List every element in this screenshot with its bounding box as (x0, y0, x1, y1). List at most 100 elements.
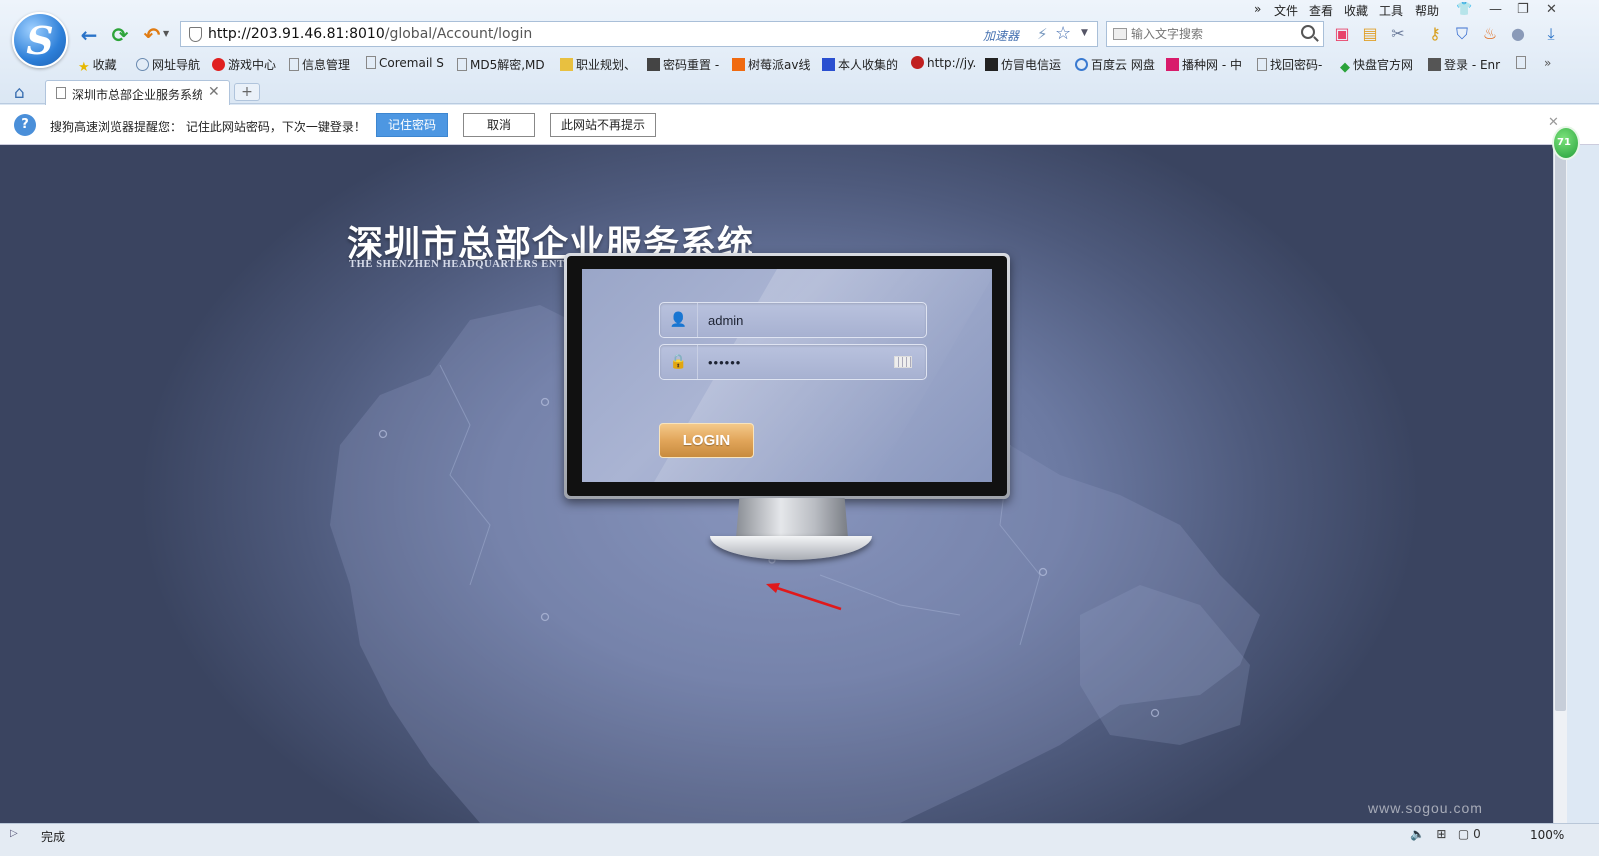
restore-button[interactable]: ❐ (1517, 2, 1529, 17)
monitor-bezel: 👤 🔒 LOGIN (567, 256, 1007, 496)
scrollbar-thumb[interactable] (1555, 151, 1566, 711)
login-button[interactable]: LOGIN (659, 423, 754, 458)
bookmark-item[interactable]: 信息管理 (289, 56, 350, 73)
remember-password-button[interactable]: 记住密码 (376, 113, 448, 137)
menu-file[interactable]: 文件 (1274, 2, 1298, 19)
counter-icon[interactable]: ▢ 0 (1458, 827, 1481, 841)
back-button[interactable]: ← (78, 24, 100, 46)
minimize-button[interactable]: — (1489, 2, 1502, 17)
refresh-button[interactable]: ⟳ (109, 24, 131, 46)
username-field[interactable]: 👤 (659, 302, 927, 338)
play-icon[interactable]: ▷ (10, 828, 18, 839)
cancel-button[interactable]: 取消 (463, 113, 535, 137)
site-icon (911, 56, 924, 69)
address-bar[interactable]: http://203.91.46.81:8010/global/Account/… (180, 21, 1098, 47)
security-shield-icon (189, 27, 202, 42)
menu-expand[interactable]: » (1254, 2, 1261, 16)
accelerator-label[interactable]: 加速器 (983, 27, 1019, 44)
vertical-scrollbar[interactable] (1553, 145, 1567, 823)
never-prompt-button[interactable]: 此网站不再提示 (550, 113, 656, 137)
bookmark-item[interactable]: Coremail S (366, 56, 444, 70)
page-icon (1257, 58, 1267, 71)
password-input[interactable] (708, 352, 888, 372)
notification-text: 搜狗高速浏览器提醒您： 记住此网站密码，下次一键登录！ (50, 120, 366, 134)
speaker-icon[interactable]: 🔈 (1410, 827, 1425, 841)
menu-favorites[interactable]: 收藏 (1344, 2, 1368, 19)
shield-icon[interactable]: ⛉ (1452, 24, 1472, 44)
bookmark-item[interactable]: 登录 - Enr (1428, 56, 1500, 73)
network-icon[interactable]: ⊞ (1436, 827, 1446, 841)
monitor-frame: 👤 🔒 LOGIN (564, 253, 1010, 499)
home-icon[interactable]: ⌂ (14, 83, 25, 103)
user-icon: 👤 (660, 303, 698, 337)
bookmark-item[interactable]: ◆ 快盘官方网 (1340, 56, 1413, 75)
pen-icon (560, 58, 573, 71)
diamond-icon: ◆ (1340, 60, 1350, 75)
lightning-icon[interactable]: ⚡ (1037, 25, 1048, 43)
bookmark-more[interactable] (1516, 56, 1529, 70)
bookmark-item[interactable]: http://jy. (911, 56, 976, 70)
tab-label[interactable]: 深圳市总部企业服务系统 (72, 86, 202, 103)
bookmark-item[interactable]: 职业规划、 (560, 56, 636, 73)
undo-button[interactable]: ↶ (141, 24, 163, 46)
bookmark-item[interactable]: 树莓派av线 (732, 56, 810, 73)
bookmark-item[interactable]: 仿冒电信运 (985, 56, 1061, 73)
close-notification-icon[interactable]: ✕ (1548, 115, 1559, 130)
sogou-browser-logo[interactable]: S (12, 12, 68, 68)
password-save-notification: ? 搜狗高速浏览器提醒您： 记住此网站密码，下次一键登录！ 记住密码 取消 此网… (0, 105, 1599, 145)
page-icon (366, 56, 376, 69)
site-icon (985, 58, 998, 71)
bookmark-item[interactable]: 百度云 网盘 (1075, 56, 1155, 73)
search-engine-icon[interactable] (1113, 28, 1127, 40)
bookmark-favorites[interactable]: ★ 收藏 (78, 56, 117, 75)
lock-icon: 🔒 (660, 345, 698, 379)
more-icon[interactable]: ● (1508, 24, 1528, 44)
site-icon (1428, 58, 1441, 71)
zoom-level[interactable]: 100% (1530, 828, 1564, 842)
close-window-button[interactable]: ✕ (1546, 2, 1557, 17)
speed-ball-badge[interactable]: 71 (1552, 126, 1580, 160)
key-icon[interactable]: ⚷ (1425, 24, 1445, 44)
page-icon (289, 58, 299, 71)
search-box[interactable] (1106, 21, 1324, 47)
monitor-stand (736, 498, 848, 538)
bookmarks-bar: ★ 收藏 网址导航 游戏中心 信息管理 Coremail S MD5解密,MD 职… (76, 54, 1551, 75)
watermark: www.sogou.com (1368, 800, 1483, 816)
tab-active[interactable]: 深圳市总部企业服务系统 ✕ (45, 80, 230, 105)
menu-tools[interactable]: 工具 (1379, 2, 1403, 19)
keyboard-icon[interactable] (894, 356, 912, 368)
flame-icon[interactable]: ♨ (1480, 24, 1500, 44)
bookmark-item[interactable]: 本人收集的 (822, 56, 898, 73)
scissors-icon[interactable]: ✂ (1388, 24, 1408, 44)
menu-view[interactable]: 查看 (1309, 2, 1333, 19)
download-icon[interactable]: ⤓ (1541, 24, 1561, 44)
url-text[interactable]: http://203.91.46.81:8010/global/Account/… (208, 26, 532, 42)
bookmark-item[interactable]: 游戏中心 (212, 56, 276, 73)
username-input[interactable] (708, 310, 888, 330)
status-icons: 🔈 ⊞ ▢ 0 (1410, 827, 1481, 841)
new-tab-button[interactable]: + (234, 83, 260, 101)
bookmark-item[interactable]: 播种网 - 中 (1166, 56, 1242, 73)
game-icon (212, 58, 225, 71)
url-dropdown-icon[interactable]: ▼ (1081, 28, 1088, 38)
paste-icon[interactable]: ▤ (1360, 24, 1380, 44)
bookmark-item[interactable]: 找回密码- (1257, 56, 1322, 73)
page-icon (1516, 56, 1526, 69)
undo-dropdown-icon[interactable]: ▼ (163, 29, 169, 38)
skin-icon[interactable]: 👕 (1456, 2, 1472, 17)
bookmark-item[interactable]: MD5解密,MD (457, 56, 545, 73)
search-icon[interactable] (1301, 25, 1315, 39)
page-icon (457, 58, 467, 71)
menu-help[interactable]: 帮助 (1415, 2, 1439, 19)
favorite-star-icon[interactable]: ☆ (1055, 23, 1071, 44)
bookmark-item[interactable]: 网址导航 (136, 56, 200, 73)
bookmark-item[interactable]: 密码重置 - (647, 56, 719, 73)
tab-close-icon[interactable]: ✕ (208, 84, 220, 100)
taobao-icon (732, 58, 745, 71)
password-field[interactable]: 🔒 (659, 344, 927, 380)
baidu-icon (822, 58, 835, 71)
search-input[interactable] (1131, 24, 1291, 44)
screenshot-tool-icon[interactable]: ▣ (1332, 24, 1352, 44)
bookmarks-overflow-icon[interactable]: » (1544, 56, 1551, 70)
browser-chrome: S ← ⟳ ↶ ▼ http://203.91.46.81:8010/globa… (0, 0, 1599, 105)
